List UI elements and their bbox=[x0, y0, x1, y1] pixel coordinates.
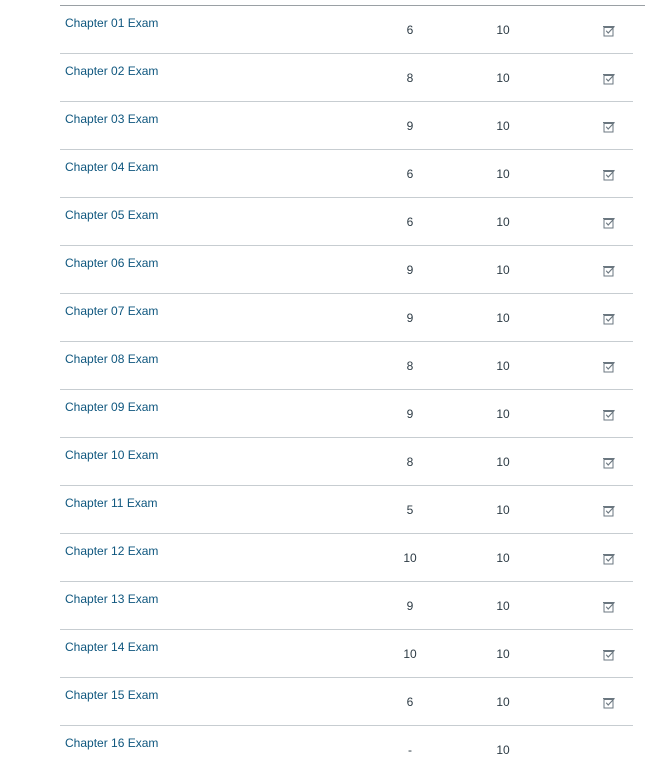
assignment-score: - bbox=[408, 743, 412, 757]
assignment-title-link[interactable]: Chapter 14 Exam bbox=[65, 640, 158, 654]
grades-table: Chapter 01 Exam 6 10 Chapter 02 Exam 8 1… bbox=[60, 6, 633, 771]
assignment-score: 8 bbox=[406, 71, 414, 85]
assignment-score: 6 bbox=[406, 695, 414, 709]
grade-row: Chapter 10 Exam 8 10 bbox=[60, 438, 633, 486]
grade-row: Chapter 15 Exam 6 10 bbox=[60, 678, 633, 726]
assignment-points-possible: 10 bbox=[496, 599, 510, 613]
grade-row: Chapter 04 Exam 6 10 bbox=[60, 150, 633, 198]
assignment-points-possible: 10 bbox=[496, 743, 510, 757]
assignment-score: 6 bbox=[406, 215, 414, 229]
submission-icon[interactable] bbox=[602, 168, 616, 182]
submission-icon[interactable] bbox=[602, 120, 616, 134]
assignment-points-possible: 10 bbox=[496, 647, 510, 661]
submission-icon-glyph bbox=[603, 457, 615, 469]
submission-icon[interactable] bbox=[602, 408, 616, 422]
grade-row: Chapter 12 Exam 10 10 bbox=[60, 534, 633, 582]
assignment-points-possible: 10 bbox=[496, 215, 510, 229]
assignment-title-link[interactable]: Chapter 05 Exam bbox=[65, 208, 158, 222]
submission-icon[interactable] bbox=[602, 504, 616, 518]
assignment-points-possible: 10 bbox=[496, 311, 510, 325]
submission-icon-glyph bbox=[603, 25, 615, 37]
grade-row: Chapter 13 Exam 9 10 bbox=[60, 582, 633, 630]
assignment-title-link[interactable]: Chapter 07 Exam bbox=[65, 304, 158, 318]
assignment-score: 8 bbox=[406, 455, 414, 469]
submission-icon-glyph bbox=[603, 553, 615, 565]
submission-icon[interactable] bbox=[602, 648, 616, 662]
assignment-points-possible: 10 bbox=[496, 407, 510, 421]
submission-icon[interactable] bbox=[602, 552, 616, 566]
assignment-points-possible: 10 bbox=[496, 455, 510, 469]
assignment-title-link[interactable]: Chapter 02 Exam bbox=[65, 64, 158, 78]
assignment-score: 8 bbox=[406, 359, 414, 373]
submission-icon[interactable] bbox=[602, 360, 616, 374]
submission-icon-glyph bbox=[603, 217, 615, 229]
grade-row: Chapter 02 Exam 8 10 bbox=[60, 54, 633, 102]
assignment-points-possible: 10 bbox=[496, 503, 510, 517]
assignment-points-possible: 10 bbox=[496, 263, 510, 277]
assignment-title-link[interactable]: Chapter 11 Exam bbox=[65, 496, 158, 510]
submission-icon[interactable] bbox=[602, 696, 616, 710]
grade-row: Chapter 03 Exam 9 10 bbox=[60, 102, 633, 150]
assignment-title-link[interactable]: Chapter 09 Exam bbox=[65, 400, 158, 414]
assignment-title-link[interactable]: Chapter 12 Exam bbox=[65, 544, 158, 558]
assignment-points-possible: 10 bbox=[496, 167, 510, 181]
assignment-points-possible: 10 bbox=[496, 23, 510, 37]
submission-icon[interactable] bbox=[602, 600, 616, 614]
submission-icon[interactable] bbox=[602, 264, 616, 278]
submission-icon[interactable] bbox=[602, 216, 616, 230]
submission-icon[interactable] bbox=[602, 312, 616, 326]
grade-row: Chapter 07 Exam 9 10 bbox=[60, 294, 633, 342]
submission-icon-glyph bbox=[603, 121, 615, 133]
submission-icon-glyph bbox=[603, 169, 615, 181]
grade-row: Chapter 09 Exam 9 10 bbox=[60, 390, 633, 438]
assignment-title-link[interactable]: Chapter 03 Exam bbox=[65, 112, 158, 126]
grade-row: Chapter 11 Exam 5 10 bbox=[60, 486, 633, 534]
grade-row: Chapter 14 Exam 10 10 bbox=[60, 630, 633, 678]
grade-row: Chapter 08 Exam 8 10 bbox=[60, 342, 633, 390]
grade-row: Chapter 05 Exam 6 10 bbox=[60, 198, 633, 246]
assignment-title-link[interactable]: Chapter 10 Exam bbox=[65, 448, 158, 462]
submission-icon-glyph bbox=[603, 649, 615, 661]
assignment-points-possible: 10 bbox=[496, 71, 510, 85]
assignment-score: 5 bbox=[406, 503, 414, 517]
grade-row: Chapter 16 Exam - 10 bbox=[60, 726, 633, 771]
submission-icon[interactable] bbox=[602, 72, 616, 86]
grade-row: Chapter 06 Exam 9 10 bbox=[60, 246, 633, 294]
submission-icon-glyph bbox=[603, 265, 615, 277]
submission-icon-glyph bbox=[603, 73, 615, 85]
assignment-score: 9 bbox=[406, 599, 414, 613]
assignment-score: 9 bbox=[406, 407, 414, 421]
assignment-title-link[interactable]: Chapter 06 Exam bbox=[65, 256, 158, 270]
grade-row: Chapter 01 Exam 6 10 bbox=[60, 6, 633, 54]
submission-icon[interactable] bbox=[602, 456, 616, 470]
submission-icon-glyph bbox=[603, 313, 615, 325]
submission-icon-glyph bbox=[603, 505, 615, 517]
assignment-score: 9 bbox=[406, 263, 414, 277]
assignment-score: 6 bbox=[406, 167, 414, 181]
assignment-title-link[interactable]: Chapter 15 Exam bbox=[65, 688, 158, 702]
submission-icon-glyph bbox=[603, 601, 615, 613]
assignment-title-link[interactable]: Chapter 16 Exam bbox=[65, 736, 158, 750]
assignment-points-possible: 10 bbox=[496, 551, 510, 565]
assignment-score: 9 bbox=[406, 119, 414, 133]
assignment-title-link[interactable]: Chapter 13 Exam bbox=[65, 592, 158, 606]
assignment-score: 6 bbox=[406, 23, 414, 37]
assignment-points-possible: 10 bbox=[496, 359, 510, 373]
assignment-score: 9 bbox=[406, 311, 414, 325]
assignment-points-possible: 10 bbox=[496, 119, 510, 133]
submission-icon-glyph bbox=[603, 361, 615, 373]
assignment-title-link[interactable]: Chapter 01 Exam bbox=[65, 16, 158, 30]
submission-icon-glyph bbox=[603, 409, 615, 421]
assignment-score: 10 bbox=[403, 551, 417, 565]
assignment-score: 10 bbox=[403, 647, 417, 661]
assignment-points-possible: 10 bbox=[496, 695, 510, 709]
submission-icon-glyph bbox=[603, 697, 615, 709]
submission-icon[interactable] bbox=[602, 24, 616, 38]
assignment-title-link[interactable]: Chapter 04 Exam bbox=[65, 160, 158, 174]
assignment-title-link[interactable]: Chapter 08 Exam bbox=[65, 352, 158, 366]
